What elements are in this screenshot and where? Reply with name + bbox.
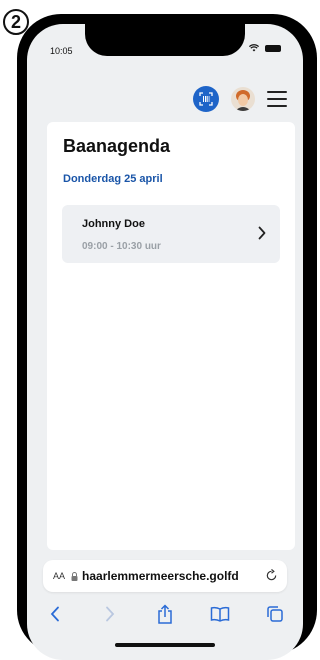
step-badge: 2: [3, 9, 29, 35]
back-button[interactable]: [43, 603, 67, 625]
tabs-button[interactable]: [263, 603, 287, 625]
lock-icon: [71, 571, 78, 581]
booking-time: 09:00 - 10:30 uur: [82, 241, 161, 252]
avatar[interactable]: [231, 87, 255, 111]
notch: [85, 24, 245, 56]
app-header: [193, 86, 287, 112]
agenda-date: Donderdag 25 april: [63, 173, 163, 185]
address-bar[interactable]: AA haarlemmermeersche.golfd: [43, 560, 287, 592]
menu-icon[interactable]: [267, 91, 287, 107]
wifi-icon: [249, 44, 259, 52]
forward-icon: [105, 606, 115, 622]
status-icons: [249, 44, 281, 52]
qr-code-button[interactable]: [193, 86, 219, 112]
browser-toolbar: [27, 599, 303, 629]
agenda-card: Baanagenda Donderdag 25 april Johnny Doe…: [47, 122, 295, 550]
chevron-right-icon: [258, 226, 266, 240]
avatar-image: [235, 90, 251, 111]
battery-icon: [265, 44, 281, 52]
reload-icon[interactable]: [265, 569, 278, 582]
bookmarks-button[interactable]: [208, 603, 232, 625]
screen: 10:05 Baanagenda Donderdag 25 april John…: [27, 24, 303, 660]
reader-aa-button[interactable]: AA: [53, 571, 65, 581]
bookmarks-icon: [210, 606, 230, 622]
status-time: 10:05: [50, 46, 73, 56]
forward-button[interactable]: [98, 603, 122, 625]
share-icon: [158, 604, 172, 624]
page-title: Baanagenda: [63, 136, 171, 156]
back-icon: [50, 606, 59, 622]
tabs-icon: [267, 606, 284, 622]
booking-name: Johnny Doe: [82, 218, 145, 230]
phone-frame: 10:05 Baanagenda Donderdag 25 april John…: [17, 14, 317, 660]
booking-item[interactable]: Johnny Doe 09:00 - 10:30 uur: [62, 205, 280, 263]
qr-code-icon: [199, 92, 213, 106]
url-text: haarlemmermeersche.golfd: [82, 569, 239, 583]
share-button[interactable]: [153, 603, 177, 625]
